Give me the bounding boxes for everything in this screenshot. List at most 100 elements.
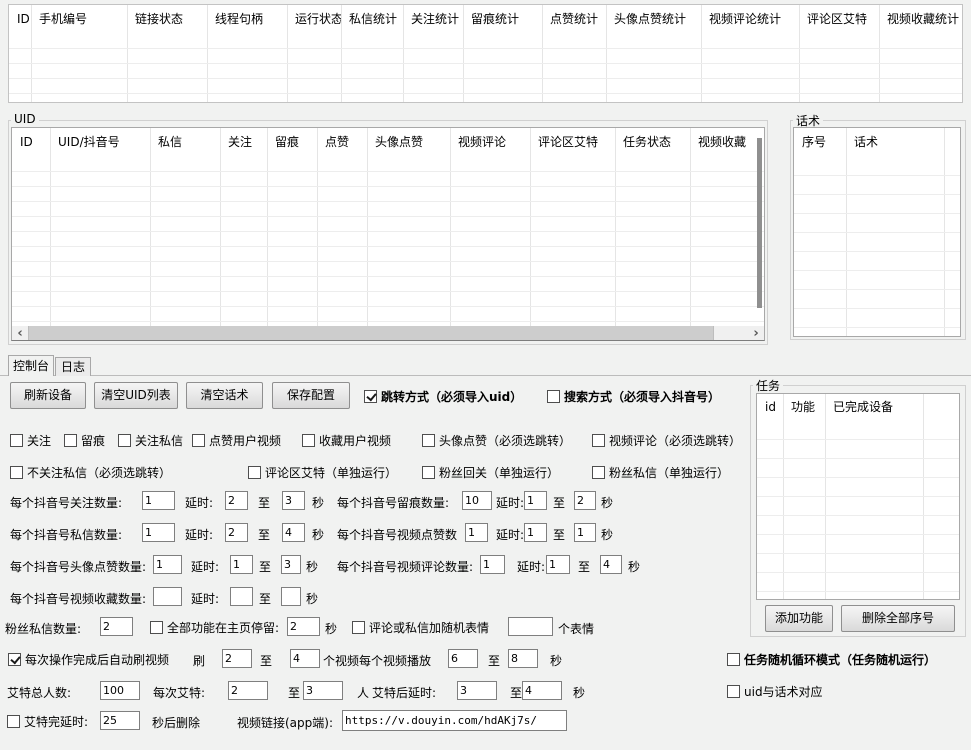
col-thread-handle[interactable]: 线程句柄 (207, 5, 287, 34)
dm-delay-from-input[interactable] (225, 523, 248, 542)
scroll-left-icon[interactable]: ‹ (12, 327, 28, 340)
col-uid-video-favorite[interactable]: 视频收藏 (690, 128, 764, 157)
col-script-text[interactable]: 话术 (846, 128, 960, 157)
fans-dm-count-input[interactable] (100, 617, 133, 636)
col-video-comment-stats[interactable]: 视频评论统计 (701, 5, 799, 34)
col-follow-stats[interactable]: 关注统计 (403, 5, 463, 34)
save-config-button[interactable]: 保存配置 (272, 382, 350, 409)
fans-follow-back-checkbox[interactable]: 粉丝回关（单独运行） (422, 464, 559, 481)
col-uid-like[interactable]: 点赞 (317, 128, 367, 157)
tab-log[interactable]: 日志 (55, 357, 91, 376)
follow-count-input[interactable] (142, 491, 175, 510)
horizontal-scrollbar-thumb[interactable] (28, 326, 714, 340)
delete-delay-input[interactable] (100, 711, 140, 730)
stay-on-home-checkbox[interactable]: 全部功能在主页停留: (150, 619, 279, 636)
avatar-like-delay-from-input[interactable] (230, 555, 253, 574)
video-link-input[interactable] (342, 710, 567, 731)
scroll-right-icon[interactable]: › (748, 327, 764, 340)
uid-script-match-checkbox[interactable]: uid与话术对应 (727, 683, 823, 700)
follow-checkbox[interactable]: 关注 (10, 432, 51, 449)
swipe-from-input[interactable] (222, 649, 252, 668)
col-avatar-like-stats[interactable]: 头像点赞统计 (606, 5, 701, 34)
col-run-status[interactable]: 运行状态 (287, 5, 341, 34)
video-favorite-delay-from-input[interactable] (230, 587, 253, 606)
trace-count-input[interactable] (462, 491, 492, 510)
random-loop-mode-checkbox[interactable]: 任务随机循环模式（任务随机运行） (727, 651, 936, 668)
random-emoji-checkbox[interactable]: 评论或私信加随机表情 (352, 619, 489, 636)
video-favorite-count-input[interactable] (153, 587, 182, 606)
col-comment-at-stats[interactable]: 评论区艾特 (799, 5, 879, 34)
col-uid-video-comment[interactable]: 视频评论 (450, 128, 530, 157)
video-like-delay-from-input[interactable] (524, 523, 547, 542)
dm-count-input[interactable] (142, 523, 175, 542)
avatar-like-count-input[interactable] (153, 555, 182, 574)
col-dm-stats[interactable]: 私信统计 (341, 5, 403, 34)
at-total-input[interactable] (100, 681, 140, 700)
trace-delay-from-input[interactable] (524, 491, 547, 510)
follow-dm-checkbox[interactable]: 关注私信 (118, 432, 183, 449)
delete-all-button[interactable]: 删除全部序号 (841, 605, 955, 632)
video-comment-delay-from-input[interactable] (546, 555, 570, 574)
col-video-favorite-stats[interactable]: 视频收藏统计 (879, 5, 962, 34)
search-mode-checkbox[interactable]: 搜索方式（必须导入抖音号） (547, 388, 720, 405)
col-like-stats[interactable]: 点赞统计 (542, 5, 606, 34)
col-uid-dm[interactable]: 私信 (150, 128, 220, 157)
avatar-like-delay-to-input[interactable] (281, 555, 301, 574)
col-phone-no[interactable]: 手机编号 (31, 5, 127, 34)
col-script-no[interactable]: 序号 (794, 128, 846, 157)
col-id[interactable]: ID (9, 5, 31, 34)
avatar-like-checkbox[interactable]: 头像点赞（必须选跳转） (422, 432, 571, 449)
stay-seconds-input[interactable] (287, 617, 320, 636)
task-table[interactable]: id 功能 已完成设备 (756, 393, 960, 600)
video-comment-delay-to-input[interactable] (600, 555, 622, 574)
col-uid-comment-at[interactable]: 评论区艾特 (530, 128, 615, 157)
video-comment-count-input[interactable] (480, 555, 505, 574)
col-trace-stats[interactable]: 留痕统计 (463, 5, 542, 34)
at-delay-to-input[interactable] (522, 681, 562, 700)
horizontal-scrollbar[interactable]: ‹ › (12, 326, 764, 340)
no-follow-dm-checkbox[interactable]: 不关注私信（必须选跳转） (10, 464, 171, 481)
col-uid-account[interactable]: UID/抖音号 (50, 128, 150, 157)
follow-delay-to-input[interactable] (282, 491, 305, 510)
comment-at-checkbox[interactable]: 评论区艾特（单独运行） (248, 464, 397, 481)
emoji-count-input[interactable] (508, 617, 553, 636)
add-function-button[interactable]: 添加功能 (765, 605, 833, 632)
like-user-video-checkbox[interactable]: 点赞用户视频 (192, 432, 281, 449)
clear-script-button[interactable]: 清空话术 (186, 382, 263, 409)
refresh-devices-button[interactable]: 刷新设备 (10, 382, 86, 409)
trace-checkbox[interactable]: 留痕 (64, 432, 105, 449)
vertical-scrollbar-thumb[interactable] (757, 138, 762, 308)
jump-mode-checkbox[interactable]: 跳转方式（必须导入uid） (364, 388, 522, 405)
follow-delay-from-input[interactable] (225, 491, 248, 510)
script-table-body[interactable] (794, 157, 960, 336)
video-favorite-delay-to-input[interactable] (281, 587, 301, 606)
col-task-id[interactable]: id (757, 394, 783, 421)
fans-dm-checkbox[interactable]: 粉丝私信（单独运行） (592, 464, 729, 481)
video-like-delay-to-input[interactable] (574, 523, 596, 542)
col-link-status[interactable]: 链接状态 (127, 5, 207, 34)
device-table-body[interactable] (9, 34, 962, 102)
auto-swipe-checkbox[interactable]: 每次操作完成后自动刷视频 (8, 651, 169, 668)
swipe-to-input[interactable] (290, 649, 320, 668)
at-each-from-input[interactable] (228, 681, 268, 700)
clear-uid-list-button[interactable]: 清空UID列表 (94, 382, 178, 409)
video-like-count-input[interactable] (465, 523, 488, 542)
play-to-input[interactable] (508, 649, 538, 668)
device-stats-table[interactable]: ID 手机编号 链接状态 线程句柄 运行状态 私信统计 关注统计 留痕统计 点赞… (8, 4, 963, 103)
uid-table-body[interactable] (12, 157, 764, 325)
dm-delay-to-input[interactable] (282, 523, 305, 542)
video-comment-checkbox[interactable]: 视频评论（必须选跳转） (592, 432, 741, 449)
script-table[interactable]: 序号 话术 (793, 127, 961, 337)
delete-after-at-checkbox[interactable]: 艾特完延时: (7, 713, 88, 730)
col-uid-follow[interactable]: 关注 (220, 128, 267, 157)
col-uid-trace[interactable]: 留痕 (267, 128, 317, 157)
tab-console[interactable]: 控制台 (8, 355, 54, 376)
trace-delay-to-input[interactable] (574, 491, 596, 510)
task-table-body[interactable] (757, 421, 959, 599)
col-task-function[interactable]: 功能 (783, 394, 825, 421)
col-uid-id[interactable]: ID (12, 128, 50, 157)
col-uid-task-status[interactable]: 任务状态 (615, 128, 690, 157)
col-uid-avatar-like[interactable]: 头像点赞 (367, 128, 450, 157)
at-delay-from-input[interactable] (457, 681, 497, 700)
at-each-to-input[interactable] (303, 681, 343, 700)
